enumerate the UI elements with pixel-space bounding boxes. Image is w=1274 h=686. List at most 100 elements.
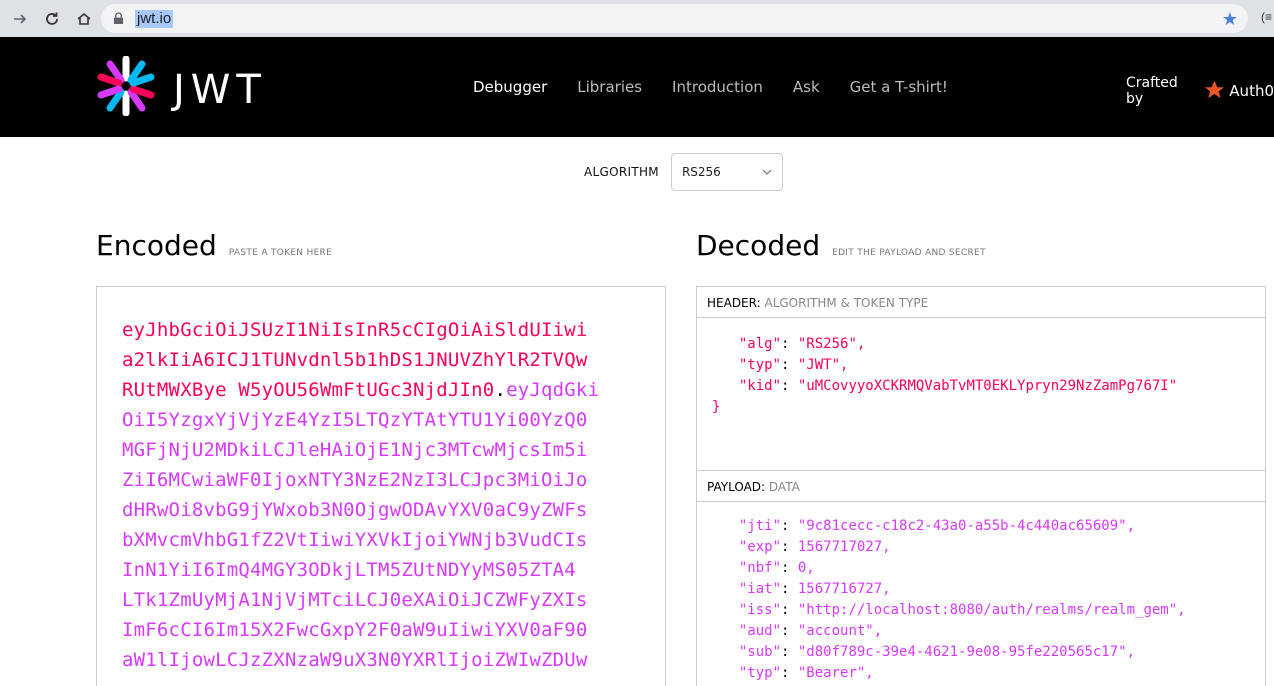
home-icon[interactable] xyxy=(70,5,98,33)
json-value: "JWT", xyxy=(797,357,849,373)
header-section-title: HEADER: ALGORITHM & TOKEN TYPE xyxy=(697,287,1265,318)
decoded-panel: HEADER: ALGORITHM & TOKEN TYPE "alg": "R… xyxy=(696,286,1266,686)
json-value: "9c81cecc-c18c2-43a0-a55b-4c440ac65609", xyxy=(797,518,1136,534)
json-value: 0, xyxy=(797,560,815,576)
token-header-segment: eyJhbGciOiJSUzI1NiIsInR5cCIgOiAiSldUIiwi xyxy=(122,319,588,341)
json-key: "sub" xyxy=(738,644,782,660)
jwt-logo-icon[interactable] xyxy=(96,56,156,116)
address-bar[interactable]: jwt.io ★ xyxy=(101,4,1248,33)
json-value: "http://localhost:8080/auth/realms/realm… xyxy=(797,602,1186,618)
json-close-brace: } xyxy=(712,399,721,415)
forward-icon[interactable] xyxy=(6,5,34,33)
main-nav: Debugger Libraries Introduction Ask Get … xyxy=(473,78,948,96)
nav-introduction[interactable]: Introduction xyxy=(672,78,763,96)
json-line: "jti": "9c81cecc-c18c2-43a0-a55b-4c440ac… xyxy=(738,518,1136,534)
token-line: a2lkIiA6ICJ1TUNvdnl5b1hDS1JNUVZhYlR2TVQw xyxy=(122,345,665,375)
payload-json-editor[interactable]: "jti": "9c81cecc-c18c2-43a0-a55b-4c440ac… xyxy=(697,502,1265,684)
reload-icon[interactable] xyxy=(38,5,66,33)
token-payload-segment: OiI5YzgxYjVjYzE4YzI5LTQzYTAtYTU1Yi00YzQ0 xyxy=(122,409,588,431)
token-header-segment: RUtMWXBye W5yOU56WmFtUGc3NjdJIn0 xyxy=(122,379,495,401)
encoded-token-editor[interactable]: eyJhbGciOiJSUzI1NiIsInR5cCIgOiAiSldUIiwi… xyxy=(96,286,666,686)
nav-ask[interactable]: Ask xyxy=(793,78,820,96)
lock-icon xyxy=(113,12,125,26)
nav-debugger[interactable]: Debugger xyxy=(473,78,547,96)
token-payload-segment: ZiI6MCwiaWF0IjoxNTY3NzE2NzI3LCJpc3MiOiJo xyxy=(122,469,588,491)
token-payload-segment: MGFjNjU2MDkiLCJleHAiOjE1Njc3MTcwMjcsIm5i xyxy=(122,439,588,461)
algorithm-select[interactable]: RS256 xyxy=(670,153,783,191)
json-line: "iat": 1567716727, xyxy=(738,581,891,597)
json-key: "iss" xyxy=(738,602,782,618)
token-line: InN1YiI6ImQ4MGY3ODkjLTM5ZUtNDYyMS05ZTA4 xyxy=(122,555,665,585)
json-value: "uMCovyyoXCKRMQVabTvMT0EKLYpryn29NzZamPg… xyxy=(797,378,1178,394)
token-payload-segment: LTk1ZmUyMjA1NjVjMTciLCJ0eXAiOiJCZWFyZXIs xyxy=(122,589,588,611)
json-key: "alg" xyxy=(738,336,782,352)
json-line: "kid": "uMCovyyoXCKRMQVabTvMT0EKLYpryn29… xyxy=(738,378,1178,394)
extension-icon[interactable]: (≡ xyxy=(1261,10,1272,24)
token-line: LTk1ZmUyMjA1NjVjMTciLCJ0eXAiOiJCZWFyZXIs xyxy=(122,585,665,615)
algorithm-value: RS256 xyxy=(681,165,721,179)
token-header-segment: a2lkIiA6ICJ1TUNvdnl5b1hDS1JNUVZhYlR2TVQw xyxy=(122,349,588,371)
auth0-shield-icon xyxy=(1205,80,1225,99)
json-value: 1567717027, xyxy=(797,539,891,555)
token-line: dHRwOi8vbG9jYWxob3N0OjgwODAvYXV0aC9yZWFs xyxy=(122,495,665,525)
token-payload-segment: aW1lIjowLCJzZXNzaW9uX3N0YXRlIjoiZWIwZDUw xyxy=(122,649,588,671)
json-line: "nbf": 0, xyxy=(738,560,815,576)
site-wordmark[interactable]: JWT xyxy=(173,67,267,113)
token-payload-segment: InN1YiI6ImQ4MGY3ODkjLTM5ZUtNDYyMS05ZTA4 xyxy=(122,559,576,581)
token-line: aW1lIjowLCJzZXNzaW9uX3N0YXRlIjoiZWIwZDUw xyxy=(122,645,665,675)
decoded-heading: Decoded EDIT THE PAYLOAD AND SECRET xyxy=(696,229,986,262)
payload-section-title: PAYLOAD: DATA xyxy=(697,471,1265,502)
encoded-title: Encoded xyxy=(96,229,217,262)
token-line: MGFjNjU2MDkiLCJleHAiOjE1Njc3MTcwMjcsIm5i xyxy=(122,435,665,465)
json-line: "alg": "RS256", xyxy=(738,336,866,352)
json-value: "d80f789c-39e4-4621-9e08-95fe220565c17", xyxy=(797,644,1136,660)
header-json-editor[interactable]: "alg": "RS256", "typ": "JWT", "kid": "uM… xyxy=(697,318,1265,471)
token-payload-segment: bXMvcmVhbG1fZ2VtIiwiYXVkIjoiYWNjb3VudCIs xyxy=(122,529,588,551)
crafted-by[interactable]: Crafted by Auth0 xyxy=(1126,75,1274,107)
json-key: "kid" xyxy=(738,378,782,394)
token-payload-segment: dHRwOi8vbG9jYWxob3N0OjgwODAvYXV0aC9yZWFs xyxy=(122,499,588,521)
header-section-label: HEADER: xyxy=(707,296,761,310)
bookmark-star-icon[interactable]: ★ xyxy=(1222,10,1238,28)
decoded-subtitle: EDIT THE PAYLOAD AND SECRET xyxy=(832,248,986,258)
json-line: "exp": 1567717027, xyxy=(738,539,891,555)
algorithm-row: ALGORITHM RS256 xyxy=(584,153,783,191)
token-line: eyJhbGciOiJSUzI1NiIsInR5cCIgOiAiSldUIiwi xyxy=(122,315,665,345)
json-key: "exp" xyxy=(738,539,782,555)
json-key: "iat" xyxy=(738,581,782,597)
token-payload-segment: eyJqdGki xyxy=(506,379,600,401)
json-key: "typ" xyxy=(738,665,782,681)
token-payload-segment: ImF6cCI6Im15X2FwcGxpY2F0aW9uIiwiYXV0aF90 xyxy=(122,619,588,641)
json-value: "account", xyxy=(797,623,883,639)
nav-libraries[interactable]: Libraries xyxy=(577,78,642,96)
token-separator: . xyxy=(494,379,507,401)
json-line: "typ": "JWT", xyxy=(738,357,849,373)
token-line: RUtMWXBye W5yOU56WmFtUGc3NjdJIn0.eyJqdGk… xyxy=(122,375,665,405)
token-line: ImF6cCI6Im15X2FwcGxpY2F0aW9uIiwiYXV0aF90 xyxy=(122,615,665,645)
json-line: "sub": "d80f789c-39e4-4621-9e08-95fe2205… xyxy=(738,644,1136,660)
auth0-brand: Auth0 xyxy=(1229,82,1274,100)
header-section-desc: ALGORITHM & TOKEN TYPE xyxy=(764,296,929,310)
json-value: "Bearer", xyxy=(797,665,874,681)
chevron-down-icon xyxy=(762,167,772,178)
url-text[interactable]: jwt.io xyxy=(135,9,174,28)
json-key: "typ" xyxy=(738,357,782,373)
token-line: OiI5YzgxYjVjYzE4YzI5LTQzYTAtYTU1Yi00YzQ0 xyxy=(122,405,665,435)
json-key: "jti" xyxy=(738,518,782,534)
payload-section-desc: DATA xyxy=(768,480,800,494)
token-line: bXMvcmVhbG1fZ2VtIiwiYXVkIjoiYWNjb3VudCIs xyxy=(122,525,665,555)
json-value: "RS256", xyxy=(797,336,866,352)
encoded-heading: Encoded PASTE A TOKEN HERE xyxy=(96,229,332,262)
json-line: "iss": "http://localhost:8080/auth/realm… xyxy=(738,602,1186,618)
json-key: "aud" xyxy=(738,623,782,639)
token-line: ZiI6MCwiaWF0IjoxNTY3NzE2NzI3LCJpc3MiOiJo xyxy=(122,465,665,495)
decoded-title: Decoded xyxy=(696,229,821,262)
encoded-subtitle: PASTE A TOKEN HERE xyxy=(228,248,333,258)
json-line: "aud": "account", xyxy=(738,623,883,639)
crafted-by-label: Crafted by xyxy=(1126,75,1178,107)
nav-tshirt[interactable]: Get a T-shirt! xyxy=(850,78,948,96)
browser-toolbar: jwt.io ★ (≡ xyxy=(0,0,1274,37)
payload-section-label: PAYLOAD: xyxy=(707,480,766,494)
json-key: "nbf" xyxy=(738,560,782,576)
json-value: 1567716727, xyxy=(797,581,891,597)
